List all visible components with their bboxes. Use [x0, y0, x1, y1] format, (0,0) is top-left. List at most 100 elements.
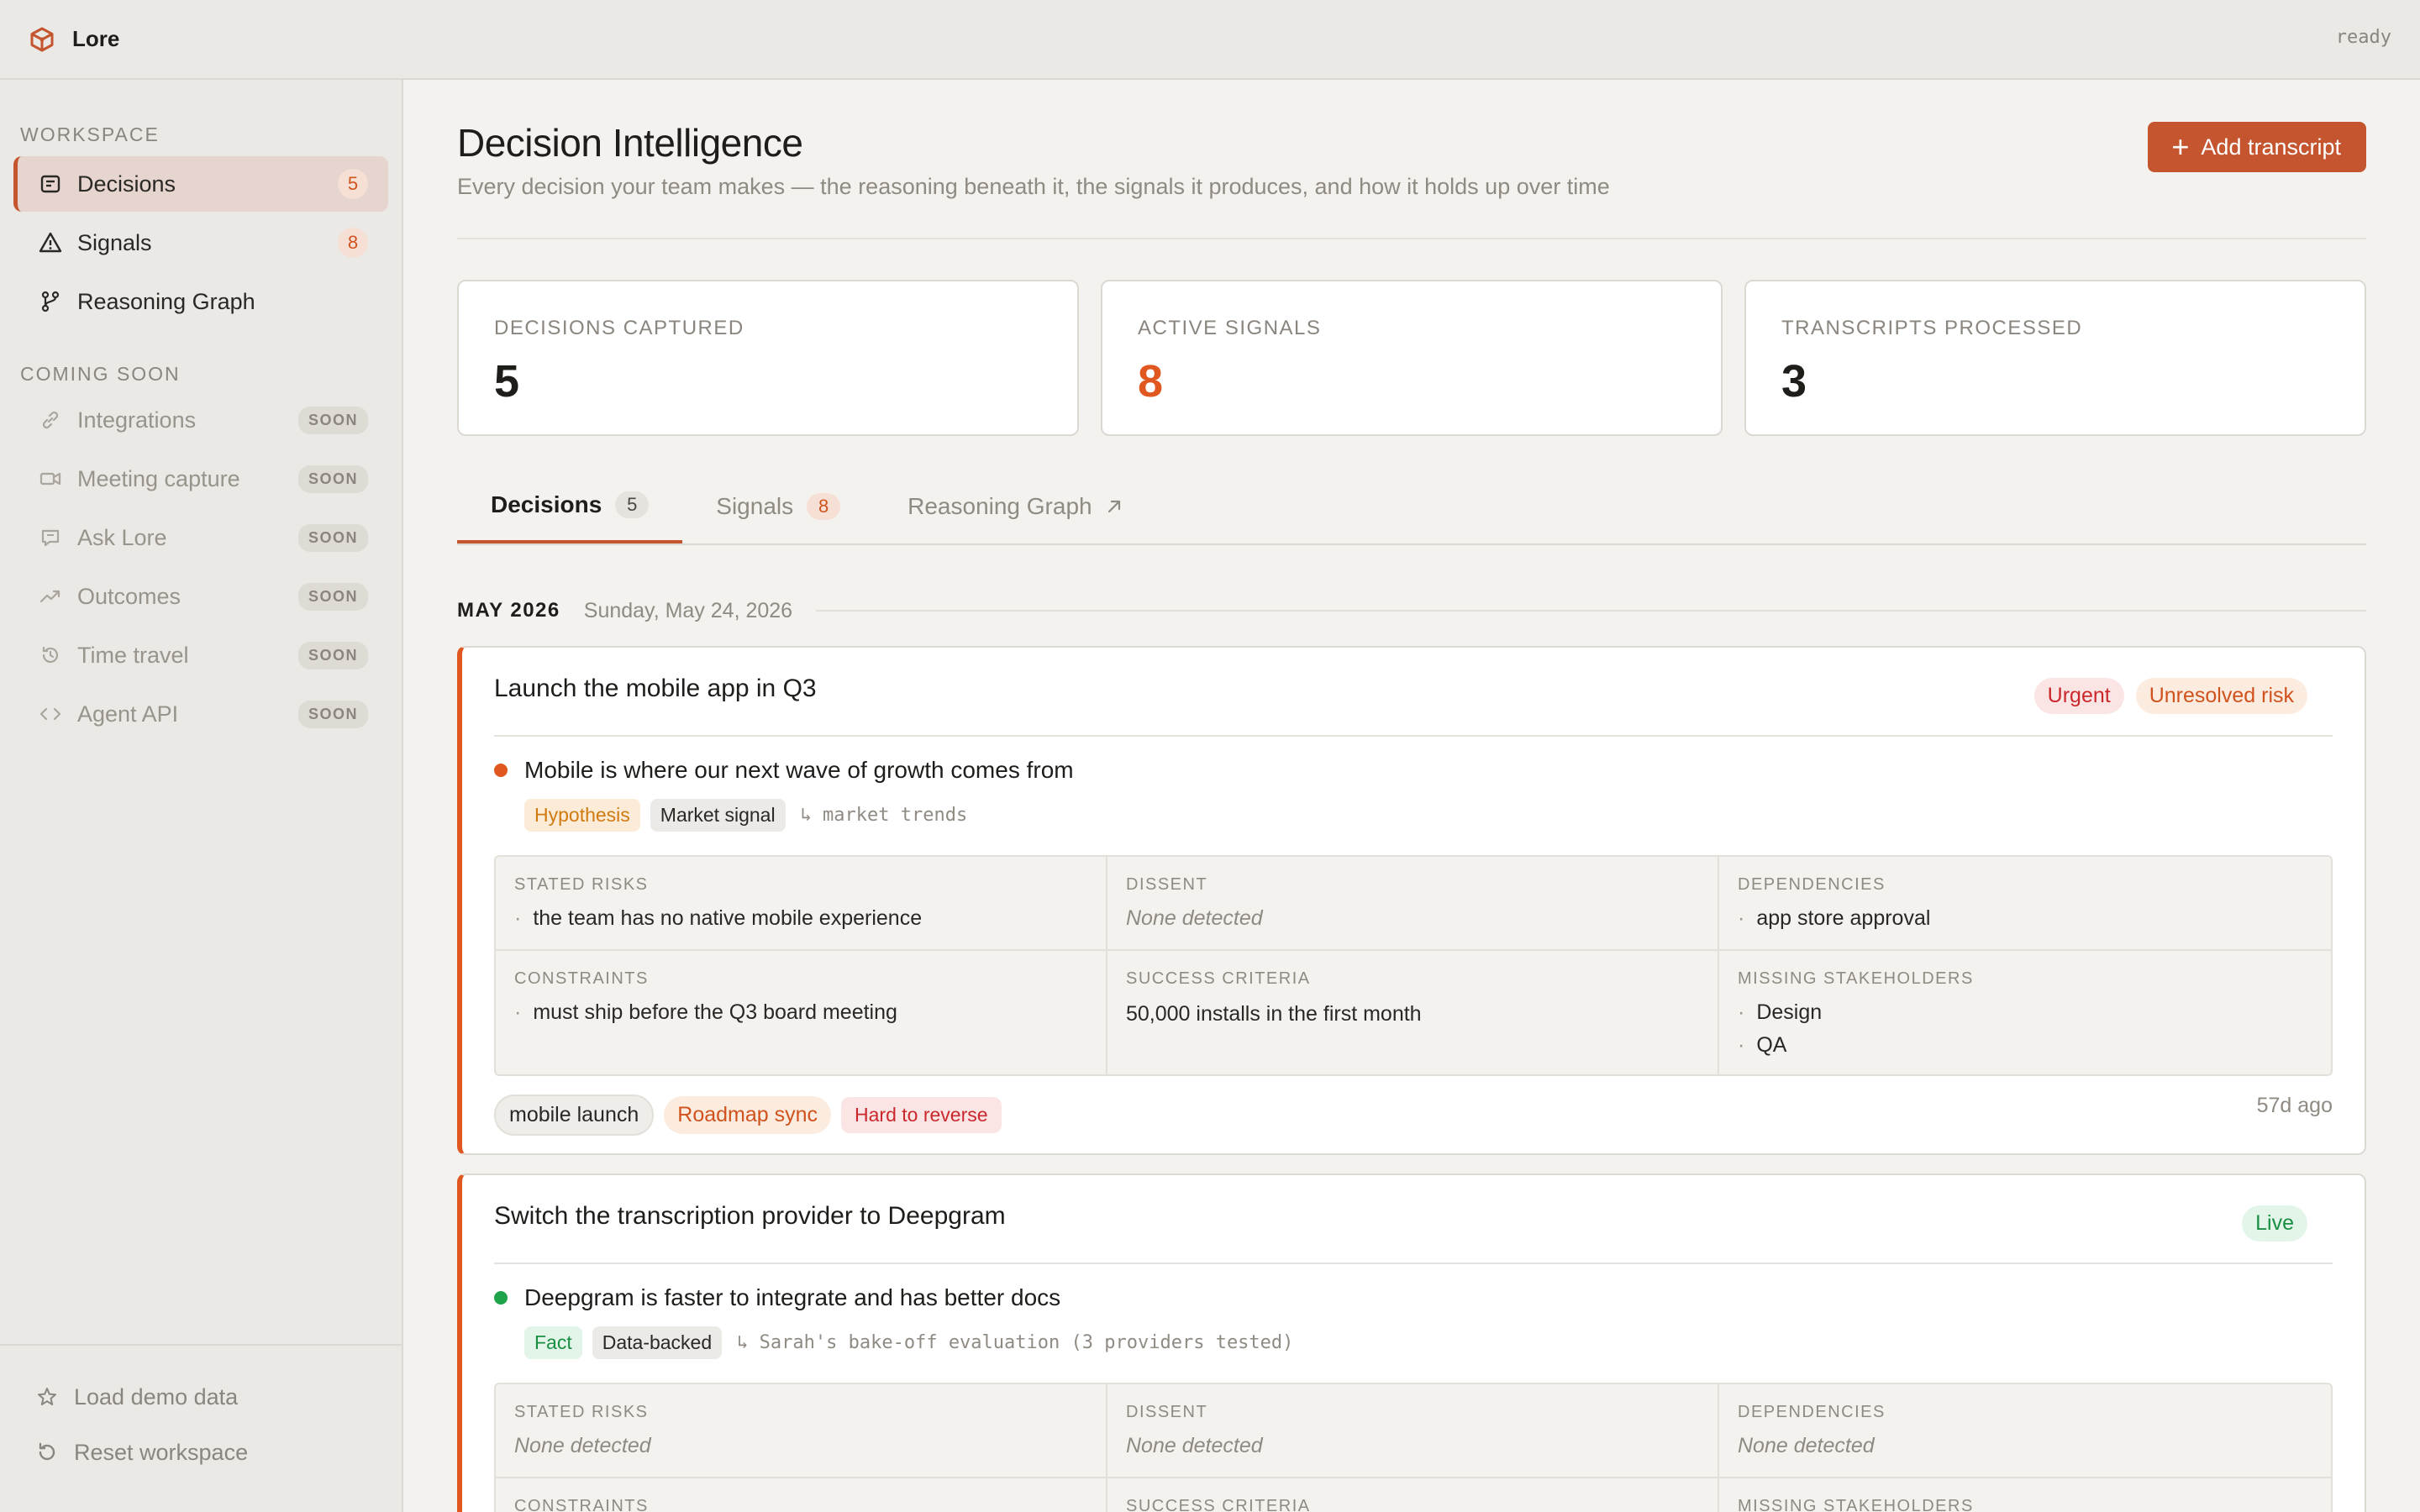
tab-count-badge: 8 — [807, 493, 841, 520]
star-icon — [34, 1383, 60, 1410]
date-group-header: MAY 2026 Sunday, May 24, 2026 — [457, 594, 2366, 627]
code-icon — [37, 701, 64, 727]
tab-count-badge: 5 — [615, 491, 650, 518]
reset-workspace-button[interactable]: Reset workspace — [13, 1425, 388, 1480]
reset-icon — [34, 1439, 60, 1466]
sidebar-item-ask-lore[interactable]: Ask Lore SOON — [13, 508, 388, 567]
cell-label: STATED RISKS — [514, 875, 649, 894]
cell-label: CONSTRAINTS — [514, 1497, 649, 1512]
warning-icon — [37, 229, 64, 256]
decision-card[interactable]: Switch the transcription provider to Dee… — [457, 1173, 2366, 1512]
premise-status-dot — [494, 764, 508, 777]
cell-label: CONSTRAINTS — [514, 969, 649, 988]
sidebar-item-meeting-capture[interactable]: Meeting capture SOON — [13, 449, 388, 508]
meeting-tag[interactable]: Roadmap sync — [664, 1096, 832, 1134]
tab-decisions[interactable]: Decisions 5 — [457, 470, 683, 543]
plus-icon: + — [2171, 129, 2190, 164]
success-criteria-value: 50,000 installs in the first month — [1126, 1002, 1422, 1026]
stat-label: TRANSCRIPTS PROCESSED — [1781, 317, 2083, 339]
relative-time: 57d ago — [2256, 1094, 2333, 1117]
sidebar-footer: Load demo data Reset workspace — [0, 1344, 402, 1512]
premise-source: ↳ Sarah's bake-off evaluation (3 provide… — [737, 1332, 1294, 1353]
unresolved-risk-badge: Unresolved risk — [2135, 678, 2307, 714]
constraints-cell: CONSTRAINTS · must ship before the Q3 boa… — [496, 951, 1107, 1074]
cell-label: SUCCESS CRITERIA — [1126, 1497, 1311, 1512]
decision-card-header: Launch the mobile app in Q3 Urgent Unres… — [494, 648, 2333, 737]
dissent-cell: DISSENT None detected — [1107, 1384, 1719, 1478]
main-content: Decision Intelligence Every decision you… — [457, 80, 2366, 1512]
workspace-section-label: WORKSPACE — [20, 123, 160, 145]
sidebar-item-outcomes[interactable]: Outcomes SOON — [13, 567, 388, 626]
premise-text: Deepgram is faster to integrate and has … — [524, 1284, 1061, 1310]
sidebar-item-decisions[interactable]: Decisions 5 — [13, 156, 388, 212]
empty-value: None detected — [514, 1434, 651, 1457]
top-bar: Lore ready — [0, 0, 2420, 80]
list-item: · Design — [1738, 1000, 1823, 1024]
status-text: ready — [2335, 27, 2391, 48]
decision-badges: Urgent Unresolved risk — [2033, 678, 2307, 714]
stat-card-decisions: DECISIONS CAPTURED 5 — [457, 280, 1079, 436]
stats-row: DECISIONS CAPTURED 5 ACTIVE SIGNALS 8 TR… — [457, 280, 2366, 436]
empty-value: None detected — [1126, 906, 1263, 930]
signals-count-badge: 8 — [338, 228, 368, 258]
cell-label: DEPENDENCIES — [1738, 875, 1886, 894]
stat-value: 8 — [1138, 356, 1164, 407]
chat-icon — [37, 524, 64, 551]
decision-title: Switch the transcription provider to Dee… — [494, 1202, 1006, 1230]
soon-badge: SOON — [297, 700, 368, 728]
premise-source: ↳ market trends — [800, 805, 968, 826]
cube-logo-icon — [29, 26, 55, 53]
page-header: Decision Intelligence Every decision you… — [457, 80, 2366, 239]
soon-badge: SOON — [297, 582, 368, 611]
month-label: MAY 2026 — [457, 599, 560, 622]
tab-label: Decisions — [491, 491, 602, 517]
stated-risks-cell: STATED RISKS · the team has no native mob… — [496, 857, 1107, 951]
empty-value: None detected — [1738, 1434, 1875, 1457]
premise: Deepgram is faster to integrate and has … — [494, 1284, 2333, 1311]
date-label: Sunday, May 24, 2026 — [583, 598, 793, 622]
divider — [816, 610, 2366, 612]
workspace-nav: Decisions 5 Signals 8 Reasoning Graph — [0, 146, 402, 329]
premise-type-tag: Fact — [524, 1326, 582, 1359]
soon-badge: SOON — [297, 465, 368, 493]
decision-card[interactable]: Launch the mobile app in Q3 Urgent Unres… — [457, 646, 2366, 1155]
reversibility-tag: Hard to reverse — [841, 1097, 1002, 1133]
stat-card-signals: ACTIVE SIGNALS 8 — [1101, 280, 1723, 436]
add-transcript-button[interactable]: + Add transcript — [2148, 122, 2366, 172]
tab-label: Signals — [716, 493, 794, 519]
success-criteria-cell: SUCCESS CRITERIA — [1107, 1478, 1719, 1512]
decision-badges: Live — [2242, 1205, 2307, 1242]
cell-label: SUCCESS CRITERIA — [1126, 969, 1311, 988]
cell-label: STATED RISKS — [514, 1403, 649, 1421]
stat-card-transcripts: TRANSCRIPTS PROCESSED 3 — [1744, 280, 2366, 436]
decision-details-grid: STATED RISKS · the team has no native mob… — [494, 855, 2333, 1076]
reset-workspace-label: Reset workspace — [74, 1439, 249, 1465]
topic-tag[interactable]: mobile launch — [494, 1095, 655, 1136]
stat-label: ACTIVE SIGNALS — [1138, 317, 1322, 339]
cell-label: MISSING STAKEHOLDERS — [1738, 969, 1974, 988]
empty-value: None detected — [1126, 1434, 1263, 1457]
list-item: · QA — [1738, 1033, 1787, 1057]
tab-signals[interactable]: Signals 8 — [682, 470, 874, 543]
video-icon — [37, 465, 64, 492]
dissent-cell: DISSENT None detected — [1107, 857, 1719, 951]
coming-soon-section-label: COMING SOON — [20, 363, 181, 385]
premise-basis-tag: Market signal — [650, 799, 786, 832]
sidebar: WORKSPACE Decisions 5 Signals 8 Reasonin… — [0, 80, 403, 1512]
sidebar-item-label: Reasoning Graph — [77, 288, 255, 314]
link-icon — [37, 407, 64, 433]
view-tabs: Decisions 5 Signals 8 Reasoning Graph — [457, 470, 2366, 545]
sidebar-item-reasoning-graph[interactable]: Reasoning Graph — [13, 274, 388, 329]
sidebar-item-time-travel[interactable]: Time travel SOON — [13, 626, 388, 685]
sidebar-item-integrations[interactable]: Integrations SOON — [13, 391, 388, 449]
sidebar-item-agent-api[interactable]: Agent API SOON — [13, 685, 388, 743]
sidebar-item-label: Time travel — [77, 642, 189, 668]
load-demo-data-button[interactable]: Load demo data — [13, 1369, 388, 1425]
success-criteria-cell: SUCCESS CRITERIA 50,000 installs in the … — [1107, 951, 1719, 1074]
dependencies-cell: DEPENDENCIES · app store approval — [1719, 857, 2331, 951]
sidebar-item-signals[interactable]: Signals 8 — [13, 215, 388, 270]
tab-reasoning-graph[interactable]: Reasoning Graph — [874, 470, 1157, 543]
premise-tags: Fact Data-backed ↳ Sarah's bake-off eval… — [524, 1326, 2333, 1359]
soon-badge: SOON — [297, 641, 368, 669]
live-badge: Live — [2242, 1205, 2307, 1242]
